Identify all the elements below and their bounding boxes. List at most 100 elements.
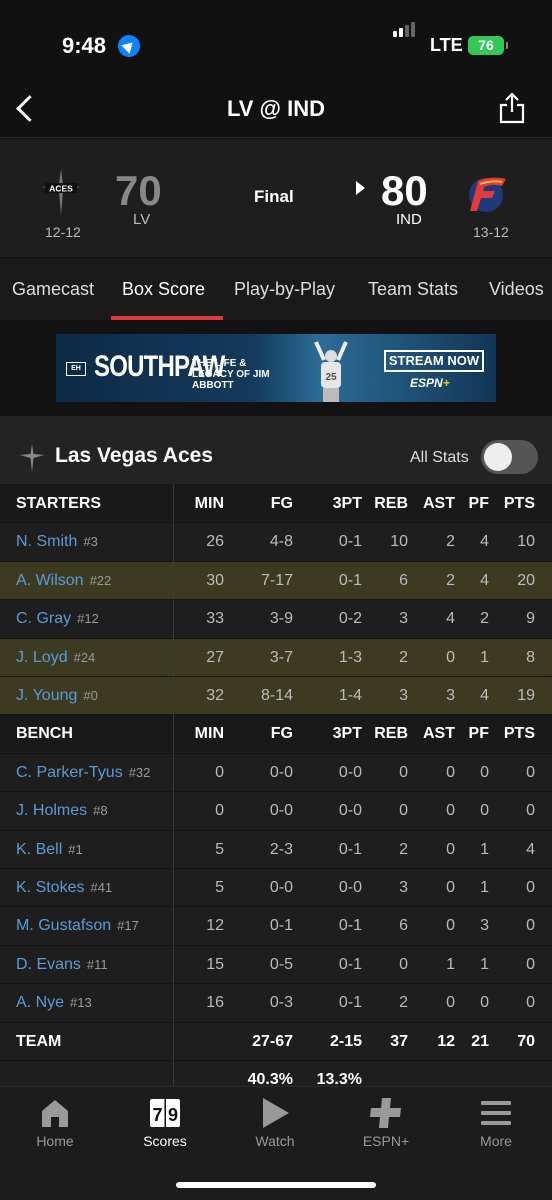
stat-cell: 0 bbox=[446, 994, 455, 1012]
stat-cell: 0 bbox=[399, 955, 408, 973]
stat-cell: 12 bbox=[206, 917, 224, 935]
stat-cell: 1 bbox=[480, 648, 489, 666]
stat-cell: 0-1 bbox=[338, 955, 362, 973]
player-number: #0 bbox=[83, 688, 98, 703]
nav-scores[interactable]: 7 9 Scores bbox=[110, 1087, 220, 1167]
stat-cell: 0 bbox=[446, 917, 455, 935]
stat-cell: 0-1 bbox=[338, 917, 362, 935]
player-name-link[interactable]: C. Gray bbox=[16, 610, 71, 627]
stat-cell: 0-0 bbox=[338, 763, 362, 781]
stat-cell: 0 bbox=[399, 763, 408, 781]
away-abbr: LV bbox=[133, 211, 151, 228]
tab-play-by-play[interactable]: Play-by-Play bbox=[234, 279, 335, 300]
player-cell: J. Young #0 bbox=[16, 677, 98, 715]
column-header: PTS bbox=[503, 725, 535, 743]
status-bar: 9:48 LTE 76 bbox=[0, 0, 552, 80]
stat-cell: 3 bbox=[399, 879, 408, 896]
nav-espn-plus[interactable]: ESPN+ bbox=[331, 1087, 441, 1167]
stat-cell: 2 bbox=[480, 610, 489, 628]
espn-logo-text: ESPN bbox=[410, 376, 443, 390]
player-name-link[interactable]: A. Wilson bbox=[16, 572, 84, 589]
svg-text:ACES: ACES bbox=[49, 184, 73, 194]
starters-header: STARTERS MIN FG 3PT REB AST PF PTS bbox=[0, 484, 552, 522]
tab-team-stats[interactable]: Team Stats bbox=[368, 279, 458, 300]
stat-cell: 5 bbox=[215, 840, 224, 858]
stat-cell: 5 bbox=[215, 879, 224, 896]
ad-logo: EH bbox=[66, 362, 86, 376]
stat-cell: 0-1 bbox=[338, 533, 362, 551]
table-row: A. Nye #13 16 0-3 0-1 2 0 0 0 bbox=[0, 983, 552, 1021]
nav-home[interactable]: Home bbox=[0, 1087, 110, 1167]
player-cell: C. Parker-Tyus #32 bbox=[16, 754, 150, 792]
stat-cell: 0-0 bbox=[338, 802, 362, 820]
stat-cell: 7-17 bbox=[260, 571, 293, 589]
stat-cell: 0 bbox=[526, 879, 535, 896]
all-stats-toggle[interactable] bbox=[481, 440, 538, 474]
column-header: REB bbox=[374, 725, 408, 743]
stat-cell: 1 bbox=[480, 840, 489, 858]
player-name-link[interactable]: K. Stokes bbox=[16, 879, 84, 896]
plus-icon bbox=[370, 1098, 401, 1128]
all-stats-label: All Stats bbox=[410, 449, 469, 466]
espn-plus-mark: + bbox=[442, 376, 450, 390]
stat-cell: 0 bbox=[399, 802, 408, 820]
column-header: AST bbox=[423, 495, 455, 512]
play-icon bbox=[263, 1098, 289, 1128]
player-number: #13 bbox=[70, 995, 92, 1011]
stat-cell: 27 bbox=[206, 648, 224, 666]
team-total-cell: 2-15 bbox=[329, 1032, 362, 1050]
stat-cell: 0-1 bbox=[338, 840, 362, 858]
scores-icon: 7 9 bbox=[150, 1099, 180, 1127]
share-button[interactable] bbox=[498, 92, 526, 124]
column-header: PF bbox=[468, 725, 489, 743]
nav-watch[interactable]: Watch bbox=[220, 1087, 330, 1167]
page-title: LV @ IND bbox=[226, 96, 326, 121]
stat-cell: 3 bbox=[446, 687, 455, 704]
stat-cell: 20 bbox=[517, 571, 535, 589]
player-number: #17 bbox=[117, 918, 139, 934]
team-header: Las Vegas Aces All Stats bbox=[0, 416, 552, 484]
column-header: PF bbox=[468, 495, 489, 512]
ad-stream-now[interactable]: STREAM NOW bbox=[384, 350, 484, 372]
stat-cell: 1-4 bbox=[338, 687, 362, 704]
share-icon bbox=[499, 92, 525, 124]
player-name-link[interactable]: A. Nye bbox=[16, 994, 64, 1011]
ad-player-image: 25 bbox=[314, 341, 348, 402]
stat-cell: 0 bbox=[215, 802, 224, 820]
table-row: D. Evans #11 15 0-5 0-1 0 1 1 0 bbox=[0, 944, 552, 983]
nav-home-label: Home bbox=[36, 1133, 74, 1149]
stat-cell: 0-0 bbox=[269, 763, 293, 781]
player-name-link[interactable]: J. Holmes bbox=[16, 802, 87, 819]
away-record: 12-12 bbox=[45, 224, 81, 240]
player-cell: J. Holmes #8 bbox=[16, 792, 108, 830]
player-name-link[interactable]: C. Parker-Tyus bbox=[16, 764, 123, 781]
nav-watch-label: Watch bbox=[255, 1133, 295, 1149]
box-score-panel: Las Vegas Aces All Stats STARTERS MIN FG 3P… bbox=[0, 416, 552, 1088]
player-name-link[interactable]: K. Bell bbox=[16, 841, 62, 858]
ad-banner[interactable]: EH SOUTHPAW THE LIFE & LEGACY OF JIM ABB… bbox=[56, 334, 496, 402]
stat-cell: 0 bbox=[480, 802, 489, 820]
player-name-link[interactable]: J. Young bbox=[16, 687, 77, 704]
stat-cell: 2 bbox=[446, 533, 455, 551]
player-name-link[interactable]: M. Gustafson bbox=[16, 917, 111, 934]
tab-box-score[interactable]: Box Score bbox=[122, 279, 205, 300]
fever-logo-icon bbox=[469, 177, 506, 212]
table-row: A. Wilson #22 30 7-17 0-1 6 2 4 20 bbox=[0, 560, 552, 599]
stat-cell: 0 bbox=[480, 994, 489, 1012]
stat-cell: 2 bbox=[399, 994, 408, 1012]
player-name-link[interactable]: N. Smith bbox=[16, 533, 77, 550]
player-cell: M. Gustafson #17 bbox=[16, 907, 139, 945]
nav-more[interactable]: More bbox=[441, 1087, 551, 1167]
stat-cell: 4 bbox=[446, 610, 455, 628]
table-row: J. Young #0 32 8-14 1-4 3 3 4 19 bbox=[0, 676, 552, 714]
stat-cell: 0-0 bbox=[269, 879, 293, 896]
player-name-link[interactable]: D. Evans bbox=[16, 956, 81, 973]
stat-cell: 9 bbox=[526, 610, 535, 628]
table-row: J. Loyd #24 27 3-7 1-3 2 0 1 8 bbox=[0, 637, 552, 676]
player-name-link[interactable]: J. Loyd bbox=[16, 649, 68, 666]
tab-videos[interactable]: Videos bbox=[489, 279, 544, 300]
table-row: K. Stokes #41 5 0-0 0-0 3 0 1 0 bbox=[0, 868, 552, 906]
ad-tagline: THE LIFE & LEGACY OF JIM ABBOTT bbox=[192, 358, 270, 391]
nav-espn-plus-label: ESPN+ bbox=[362, 1133, 410, 1149]
tab-gamecast[interactable]: Gamecast bbox=[12, 279, 94, 300]
